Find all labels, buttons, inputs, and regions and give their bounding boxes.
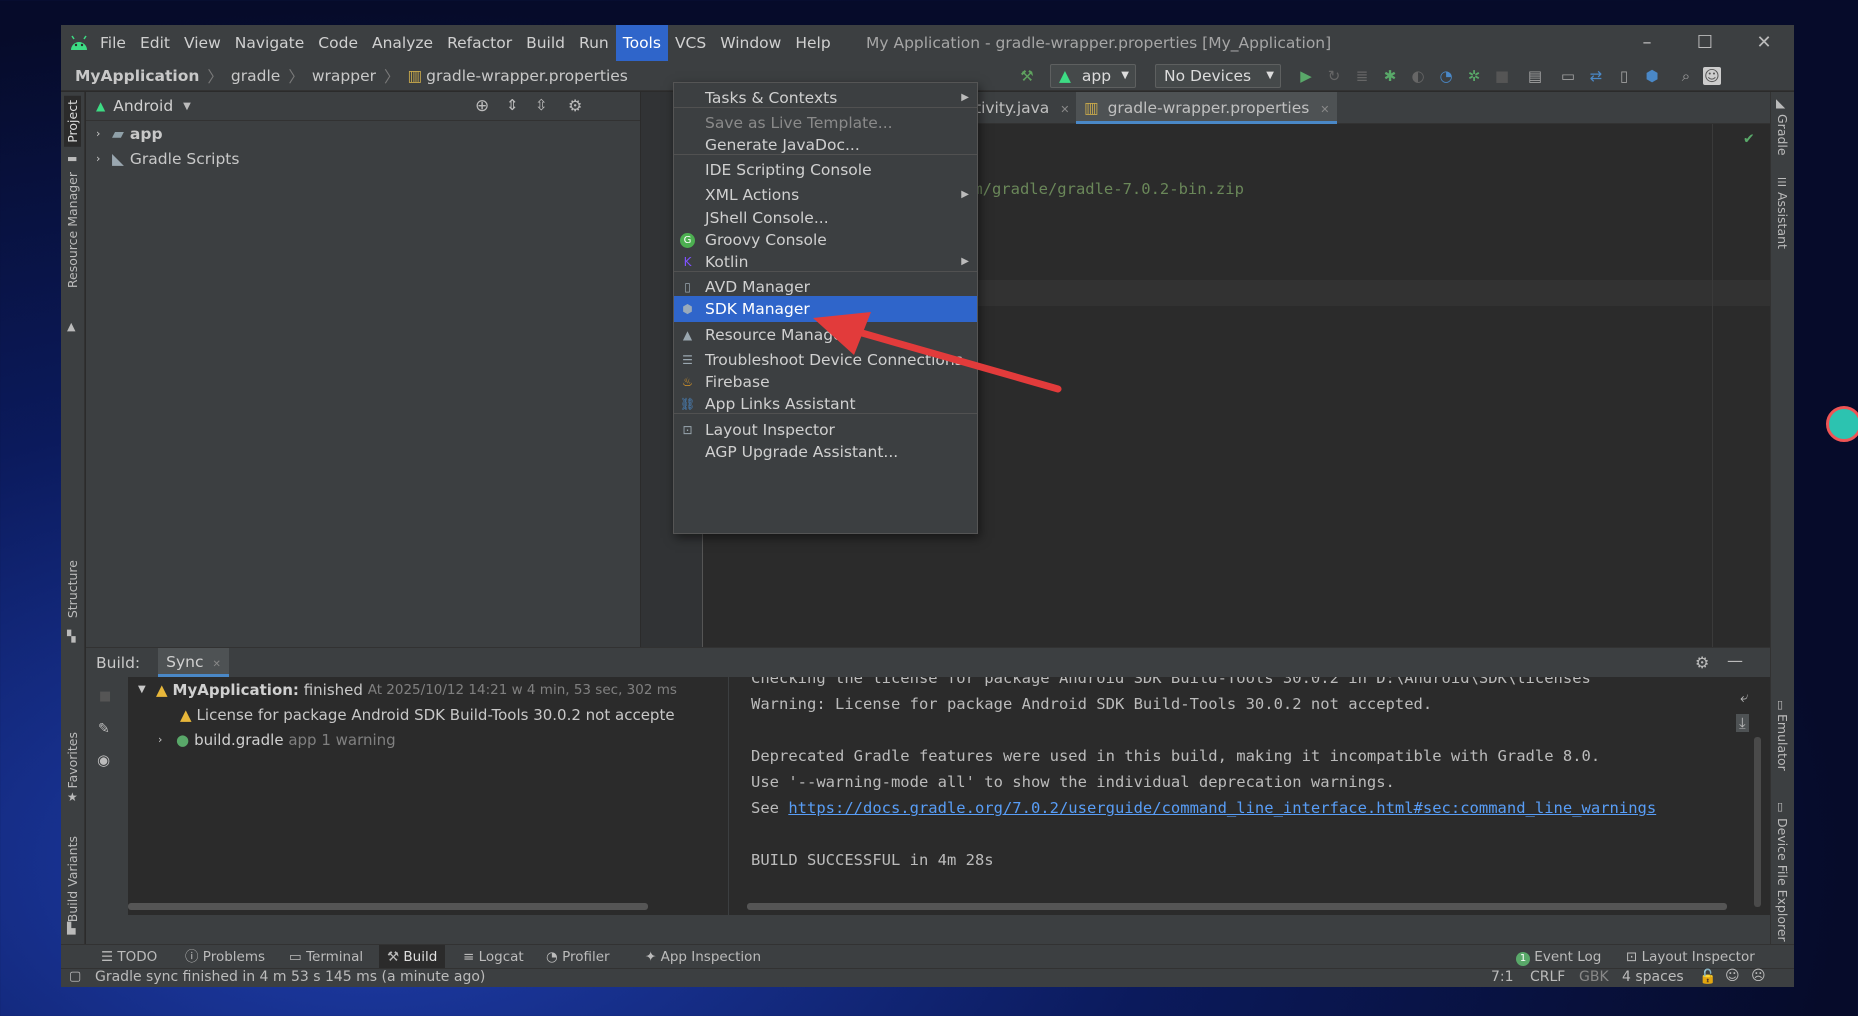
annotation-arrow xyxy=(813,312,1062,393)
floating-assistant-badge[interactable] xyxy=(1826,406,1858,442)
ide-window: File Edit View Navigate Code Analyze Refactor B… xyxy=(61,25,1794,987)
